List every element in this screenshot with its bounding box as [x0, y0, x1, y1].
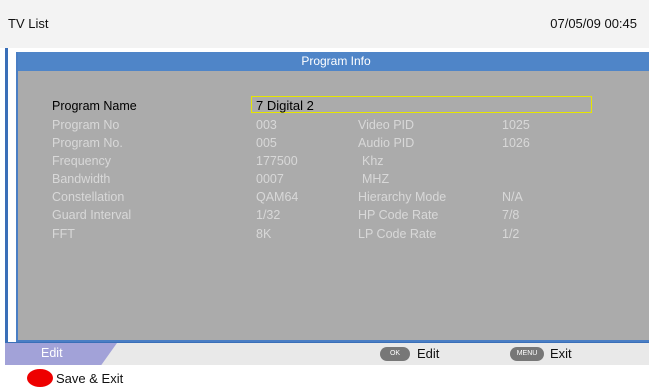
hierarchy-mode-label: Hierarchy Mode [358, 190, 447, 204]
save-exit-label: Save & Exit [56, 371, 124, 386]
mode-tab: Edit [5, 343, 117, 365]
hierarchy-mode-value: N/A [502, 190, 523, 204]
hp-code-rate-label: HP Code Rate [358, 208, 439, 222]
audio-pid-value: 1026 [502, 136, 530, 150]
program-name-label: Program Name [52, 99, 137, 113]
bandwidth-value: 0007 [256, 172, 284, 186]
app-title: TV List [8, 16, 49, 31]
fft-value: 8K [256, 227, 272, 241]
constellation-label: Constellation [52, 190, 125, 204]
red-button-icon[interactable] [27, 369, 53, 387]
frequency-unit: Khz [362, 154, 384, 168]
frequency-label: Frequency [52, 154, 112, 168]
program-no-label: Program No [52, 118, 120, 132]
lp-code-rate-value: 1/2 [502, 227, 520, 241]
menu-key-icon[interactable]: MENU [510, 347, 544, 361]
ok-action-label: Edit [417, 346, 440, 361]
lp-code-rate-label: LP Code Rate [358, 227, 437, 241]
hp-code-rate-value: 7/8 [502, 208, 520, 222]
ok-key-icon[interactable]: OK [380, 347, 410, 361]
constellation-value: QAM64 [256, 190, 299, 204]
guard-interval-label: Guard Interval [52, 208, 132, 222]
menu-action-label: Exit [550, 346, 572, 361]
guard-interval-value: 1/32 [256, 208, 281, 222]
video-pid-label: Video PID [358, 118, 415, 132]
bandwidth-unit: MHZ [362, 172, 390, 186]
bandwidth-label: Bandwidth [52, 172, 111, 186]
datetime-display: 07/05/09 00:45 [550, 16, 637, 31]
frequency-value: 177500 [256, 154, 298, 168]
footer: Save & Exit [0, 366, 649, 388]
title-bar: TV List 07/05/09 00:45 [0, 0, 649, 48]
program-no2-value: 005 [256, 136, 277, 150]
hint-bar: Edit OK Edit MENU Exit [5, 343, 649, 365]
fft-label: FFT [52, 227, 75, 241]
mode-label: Edit [41, 346, 63, 360]
audio-pid-label: Audio PID [358, 136, 415, 150]
panel-title: Program Info [18, 52, 649, 71]
program-name-input[interactable]: 7 Digital 2 [251, 96, 592, 113]
video-pid-value: 1025 [502, 118, 530, 132]
program-no-value: 003 [256, 118, 277, 132]
program-no2-label: Program No. [52, 136, 123, 150]
